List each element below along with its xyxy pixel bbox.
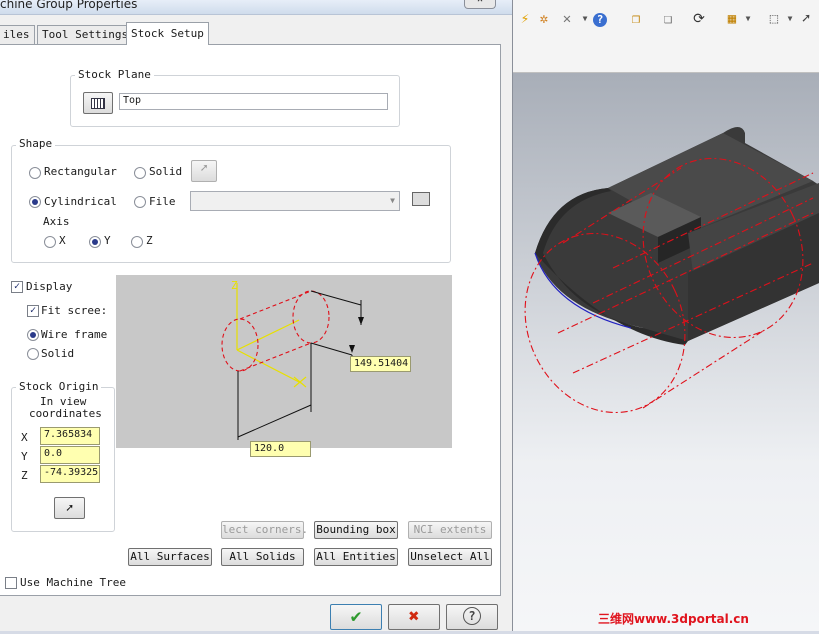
tab-files[interactable]: iles xyxy=(0,25,35,44)
cancel-button[interactable]: ✖ xyxy=(388,604,440,630)
graphics-toolbar: ⚡ ✲ ✕ ▼ ? ❐ ❏ ⟳ ▦ ▼ ⬚ ▼ ➚ xyxy=(513,0,819,73)
layers-icon[interactable]: ❏ xyxy=(659,10,677,28)
axis-x-label: X xyxy=(59,234,66,247)
close-window-button[interactable]: ✕ xyxy=(464,0,496,9)
use-machine-tree-checkbox[interactable] xyxy=(5,577,17,589)
nci-extents-button[interactable]: NCI extents xyxy=(408,521,492,539)
rectangular-radio[interactable] xyxy=(29,167,41,179)
cylindrical-radio[interactable] xyxy=(29,196,41,208)
wire-frame-label: Wire frame xyxy=(41,328,108,341)
graphics-viewport[interactable]: 三维网www.3dportal.cn xyxy=(513,73,819,631)
all-surfaces-button[interactable]: All Surfaces xyxy=(128,548,212,566)
unselect-all-button[interactable]: Unselect All xyxy=(408,548,492,566)
axis-z-label: Z xyxy=(146,234,153,247)
origin-z-field[interactable]: -74.39325 xyxy=(40,465,100,483)
part-model-drawing xyxy=(524,127,819,414)
dialog-title: chine Group Properties xyxy=(0,0,138,11)
tab-tool-settings[interactable]: Tool Settings xyxy=(37,25,134,44)
fit-screen-checkbox[interactable]: ✓ xyxy=(27,305,39,317)
lightning-icon[interactable]: ⚡ xyxy=(516,10,534,28)
use-machine-tree-label: Use Machine Tree xyxy=(20,576,126,589)
origin-z-label: Z xyxy=(21,469,28,482)
stock-plane-field[interactable]: Top xyxy=(119,93,388,110)
question-icon: ? xyxy=(463,607,481,625)
display-checkbox[interactable]: ✓ xyxy=(11,281,23,293)
axis-z-radio[interactable] xyxy=(131,236,143,248)
rotate-icon[interactable]: ⟳ xyxy=(690,10,708,28)
help-button[interactable]: ? xyxy=(446,604,498,630)
stock-plane-label: Stock Plane xyxy=(75,68,154,81)
cursor-arrow-icon: ➚ xyxy=(65,501,74,515)
stock-origin-label: Stock Origin xyxy=(16,380,102,393)
folder-icon xyxy=(412,192,430,206)
bounding-box-button[interactable]: Bounding box xyxy=(314,521,398,539)
file-path-dropdown[interactable]: ▼ xyxy=(190,191,400,211)
axis-label: Axis xyxy=(43,215,70,228)
stock-preview: Z 149.51404 120.0 xyxy=(116,275,452,457)
file-label: File xyxy=(149,195,176,208)
solid-display-label: Solid xyxy=(41,347,75,360)
select-corners-button[interactable]: lect corners. xyxy=(221,521,308,539)
file-radio[interactable] xyxy=(134,196,146,208)
watermark: 三维网www.3dportal.cn xyxy=(598,612,749,626)
axis-triad xyxy=(236,283,307,388)
tab-stock-setup[interactable]: Stock Setup xyxy=(126,22,209,45)
wire-frame-radio[interactable] xyxy=(27,329,39,341)
z-axis-label: Z xyxy=(231,279,238,292)
help-icon[interactable]: ? xyxy=(591,10,609,28)
fit-screen-label: Fit scree: xyxy=(41,304,108,317)
cursor-arrow-icon[interactable]: ➚ xyxy=(797,10,815,28)
origin-x-label: X xyxy=(21,431,28,444)
browse-file-button[interactable] xyxy=(410,189,432,209)
solid-shape-radio[interactable] xyxy=(134,167,146,179)
origin-y-field[interactable]: 0.0 xyxy=(40,446,100,464)
plane-selector-button[interactable] xyxy=(83,92,113,114)
grid-icon xyxy=(91,97,105,109)
coordinates-label: coordinates xyxy=(29,407,102,420)
origin-x-field[interactable]: 7.365834 xyxy=(40,427,100,445)
copy-layers-icon[interactable]: ❐ xyxy=(627,10,645,28)
title-bar: chine Group Properties ✕ xyxy=(0,0,512,15)
arrowhead xyxy=(358,317,364,325)
machine-group-properties-dialog: chine Group Properties ✕ iles Tool Setti… xyxy=(0,0,513,631)
stock-diameter-dimension[interactable]: 120.0 xyxy=(250,441,311,457)
shape-label: Shape xyxy=(16,137,56,150)
axis-y-label: Y xyxy=(104,234,111,247)
solid-shape-label: Solid xyxy=(149,165,183,178)
dimension-lines xyxy=(237,290,362,440)
stock-length-dimension[interactable]: 149.51404 xyxy=(350,356,411,372)
all-entities-button[interactable]: All Entities xyxy=(314,548,398,566)
solid-display-radio[interactable] xyxy=(27,348,39,360)
select-origin-button[interactable]: ➚ xyxy=(54,497,85,519)
chevron-down-icon: ▼ xyxy=(390,196,395,205)
axis-x-radio[interactable] xyxy=(44,236,56,248)
x-icon: ✖ xyxy=(408,606,420,627)
origin-y-label: Y xyxy=(21,450,28,463)
all-solids-button[interactable]: All Solids xyxy=(221,548,304,566)
crosshair-icon[interactable]: ✕ xyxy=(558,10,576,28)
select-solid-button[interactable]: ➚ xyxy=(191,160,217,182)
rectangular-label: Rectangular xyxy=(44,165,117,178)
chevron-down-icon[interactable]: ▼ xyxy=(739,10,757,28)
cylindrical-label: Cylindrical xyxy=(44,195,117,208)
ok-button[interactable]: ✔ xyxy=(330,604,382,630)
arrowhead xyxy=(349,345,355,353)
point-gear-icon[interactable]: ✲ xyxy=(535,10,553,28)
axis-y-radio[interactable] xyxy=(89,236,101,248)
cursor-arrow-icon: ➚ xyxy=(200,161,208,175)
check-icon: ✔ xyxy=(350,606,362,627)
display-label: Display xyxy=(26,280,73,293)
